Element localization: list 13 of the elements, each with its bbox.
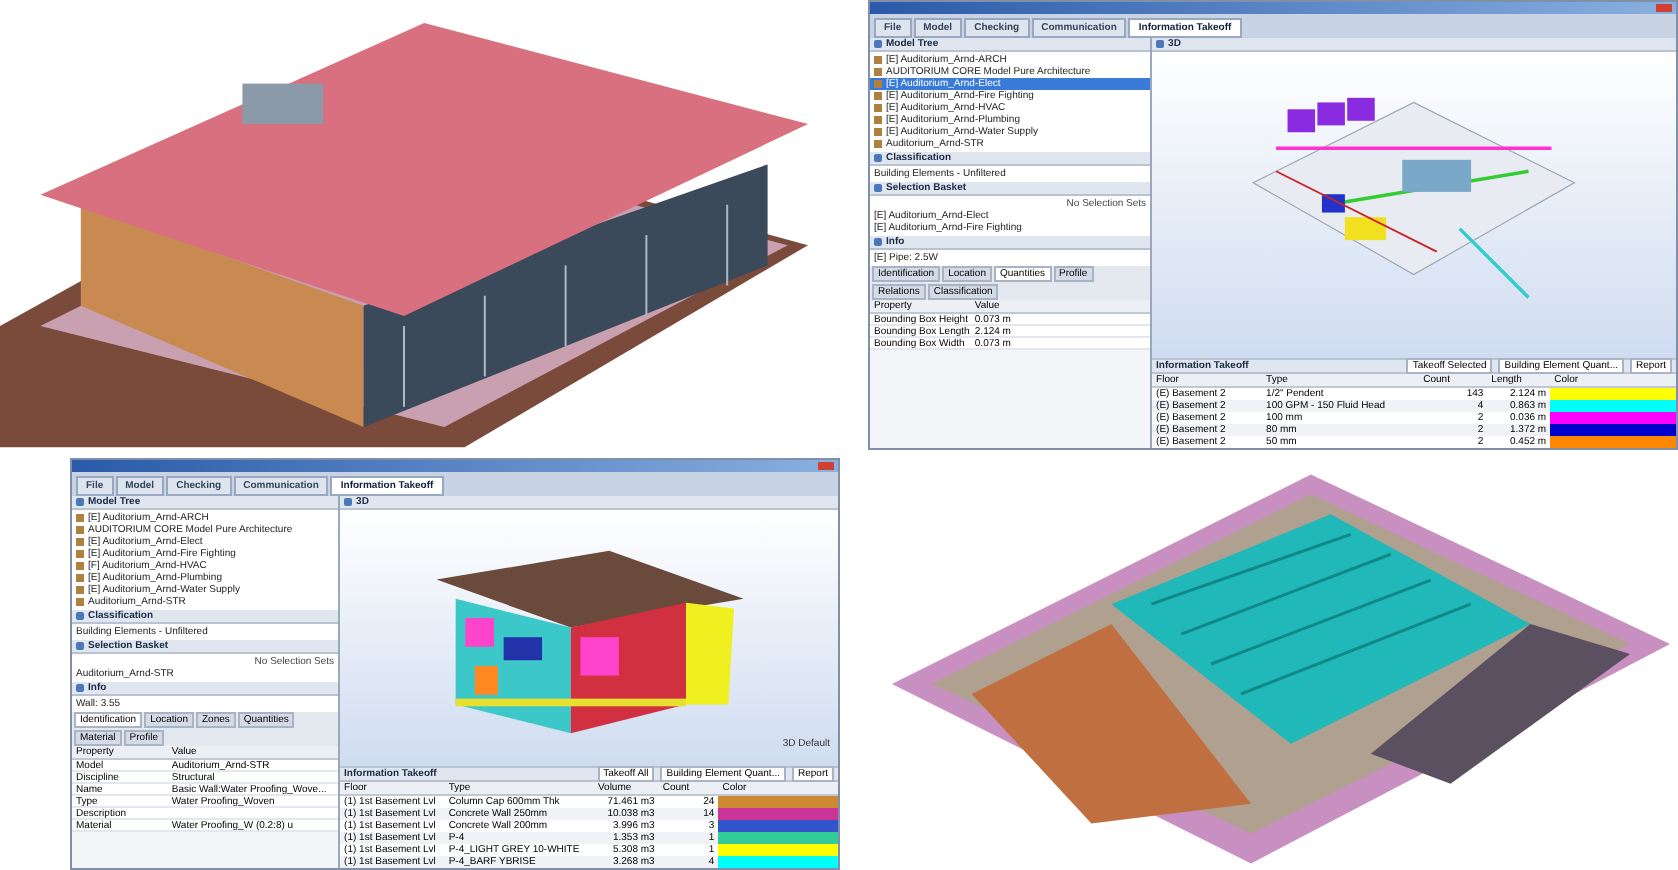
panel-icon <box>76 498 84 506</box>
panel-icon <box>874 238 882 246</box>
panel-icon <box>874 40 882 48</box>
panel-icon <box>344 498 353 506</box>
panel-icon <box>874 184 882 192</box>
3d-viewport[interactable] <box>1152 52 1676 358</box>
panel-icon <box>76 612 84 620</box>
panel-icon <box>1156 40 1165 48</box>
panel-icon <box>874 154 882 162</box>
panel-icon <box>76 684 84 692</box>
close-icon[interactable] <box>818 462 834 470</box>
close-icon[interactable] <box>1656 4 1672 12</box>
panel-icon <box>76 642 84 650</box>
